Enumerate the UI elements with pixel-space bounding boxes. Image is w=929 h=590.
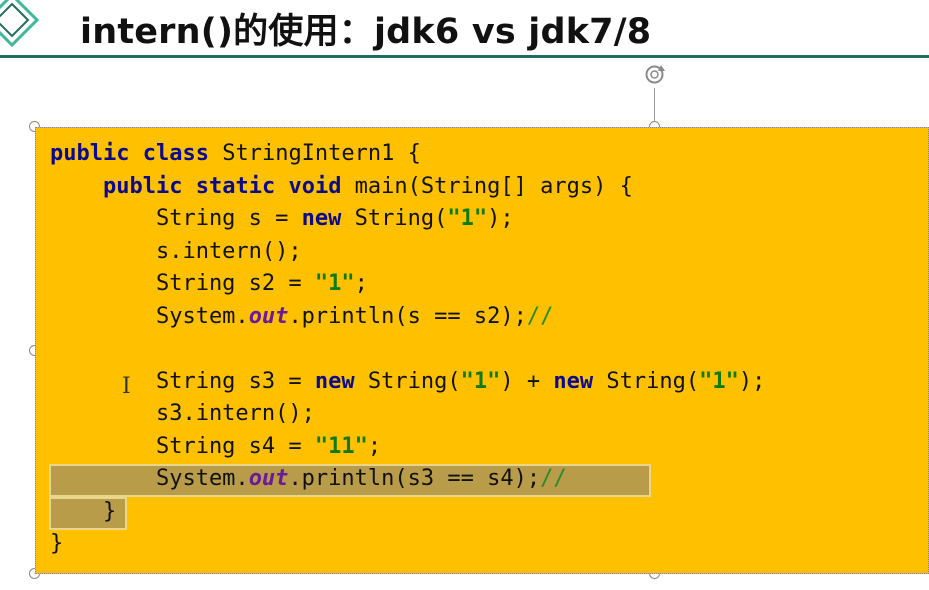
code-token: ) + [500, 368, 554, 394]
code-block[interactable]: public class StringIntern1 { public stat… [50, 138, 765, 561]
code-token: "11" [314, 433, 368, 459]
code-token: ); [738, 368, 766, 394]
code-token: String( [354, 368, 461, 394]
code-text-box[interactable]: public class StringIntern1 { public stat… [35, 127, 929, 574]
code-token: String s = [50, 206, 302, 231]
code-token: main(String[] args) { [341, 173, 633, 199]
code-token: new [301, 206, 342, 231]
code-token: "1" [460, 368, 501, 394]
code-token: s3.intern(); [50, 401, 315, 426]
rotate-handle-icon[interactable] [641, 61, 668, 88]
code-line: String s2 = "1"; [50, 268, 765, 301]
code-token: System. [50, 466, 249, 491]
title-bar: intern()的使用：jdk6 vs jdk7/8 [0, 0, 929, 58]
code-line: String s = new String("1"); [50, 203, 765, 236]
code-line: } [50, 496, 765, 529]
code-token: StringIntern1 { [208, 141, 421, 166]
code-token: String s2 = [50, 271, 315, 296]
code-token: new [314, 368, 355, 394]
code-token: System. [50, 303, 249, 329]
code-token: String s3 = [50, 368, 315, 394]
code-token: // [540, 466, 567, 491]
code-token: ); [487, 206, 514, 231]
code-token: static [195, 173, 276, 199]
rotate-connector [654, 88, 655, 122]
diamond-icon [0, 0, 40, 48]
code-token: ; [354, 271, 368, 296]
code-token: public [50, 141, 130, 166]
code-token: "1" [314, 271, 355, 296]
code-token: new [553, 368, 594, 394]
code-token: // [526, 303, 554, 329]
code-token: .println(s == s2); [288, 303, 527, 329]
code-line: s.intern(); [50, 236, 765, 269]
code-token: ; [367, 433, 382, 459]
code-token: .println(s3 == s4); [288, 466, 541, 491]
code-line: String s4 = "11"; [50, 431, 765, 464]
code-token: "1" [447, 206, 488, 231]
code-token: out [248, 466, 289, 491]
code-token: s.intern(); [50, 238, 302, 264]
slide: intern()的使用：jdk6 vs jdk7/8 public class … [0, 0, 929, 590]
code-line: } [50, 528, 765, 561]
code-line: System.out.println(s == s2);// [50, 301, 765, 334]
code-token: String( [341, 206, 448, 231]
code-token: "1" [699, 368, 739, 394]
code-token: String( [593, 368, 700, 394]
text-cursor-icon: I [122, 374, 131, 399]
code-line: public static void main(String[] args) { [50, 171, 765, 204]
code-token: class [142, 141, 209, 166]
code-token: } [50, 531, 64, 556]
code-token: } [50, 498, 117, 524]
slide-title: intern()的使用：jdk6 vs jdk7/8 [80, 12, 652, 52]
code-token: public [102, 173, 183, 199]
code-line: public class StringIntern1 { [50, 138, 765, 171]
code-line: String s3 = new String("1") + new String… [50, 366, 765, 399]
title-divider [0, 55, 929, 58]
code-token: String s4 = [50, 433, 315, 459]
code-line: System.out.println(s3 == s4);// [50, 463, 765, 496]
code-token: void [288, 173, 342, 199]
code-token: out [248, 303, 289, 329]
code-line: s3.intern(); [50, 398, 765, 431]
